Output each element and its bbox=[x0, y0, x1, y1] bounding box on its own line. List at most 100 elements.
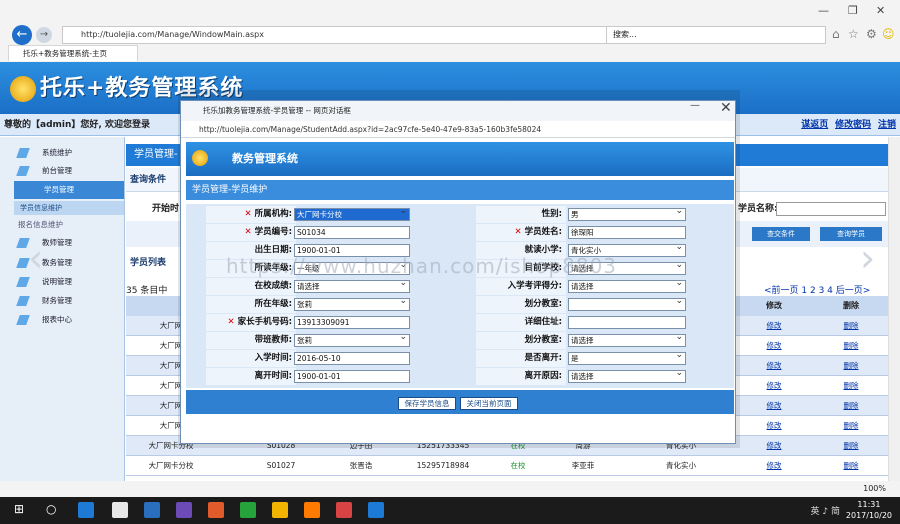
field-label-text: 划分教室: bbox=[524, 335, 562, 345]
link-home[interactable]: 谋返页 bbox=[801, 120, 828, 130]
sidebar-section-enroll[interactable]: 报名信息维护 bbox=[12, 217, 122, 233]
ie-browser-icon[interactable] bbox=[368, 502, 384, 518]
edge-browser-icon[interactable] bbox=[78, 502, 94, 518]
field-select[interactable]: 请选择 bbox=[568, 368, 686, 383]
edit-link[interactable]: 修改 bbox=[744, 396, 804, 416]
close-page-button[interactable]: 关闭当前页面 bbox=[460, 397, 518, 410]
field-label: 划分教室: bbox=[476, 296, 566, 313]
delete-link[interactable]: 删除 bbox=[816, 436, 886, 456]
field-label-text: 详细住址: bbox=[524, 317, 562, 327]
search-input[interactable]: 搜索... bbox=[606, 26, 826, 44]
cell-teacher: 李亚菲 bbox=[571, 461, 595, 470]
field-select[interactable]: 男 bbox=[568, 206, 686, 221]
student-name-label: 学员名称: bbox=[738, 204, 778, 214]
table-row[interactable]: 大厂网卡分校 S01027 张晋诰 15295718984 在校 李亚菲 青化实… bbox=[126, 456, 888, 476]
dialog-logo-icon bbox=[192, 150, 208, 166]
chrome-icon[interactable] bbox=[208, 502, 224, 518]
minimize-icon[interactable]: — bbox=[818, 4, 829, 17]
windows-start-icon[interactable]: ⊞ bbox=[14, 502, 30, 518]
delete-link[interactable]: 删除 bbox=[816, 456, 886, 476]
back-arrow-icon[interactable]: ← bbox=[12, 25, 32, 45]
previous-slide-icon[interactable]: ‹ bbox=[28, 238, 50, 282]
page-size-text: 35 条目中 bbox=[126, 286, 168, 296]
field-label: 详细住址: bbox=[476, 314, 566, 331]
system-tray[interactable]: 英 ♪ 简 bbox=[811, 504, 840, 517]
field-select[interactable] bbox=[568, 296, 686, 311]
cell-id: S01027 bbox=[266, 461, 296, 470]
field-label: 是否离开: bbox=[476, 350, 566, 367]
delete-link[interactable]: 删除 bbox=[816, 396, 886, 416]
smiley-icon[interactable]: ☺ bbox=[882, 27, 895, 41]
delete-link[interactable]: 删除 bbox=[816, 356, 886, 376]
edit-link[interactable]: 修改 bbox=[744, 436, 804, 456]
outlook-icon[interactable] bbox=[144, 502, 160, 518]
address-bar[interactable]: http://tuolejia.com/Manage/WindowMain.as… bbox=[62, 26, 612, 44]
logo-icon bbox=[10, 76, 36, 102]
dialog-section-title: 学员管理-学员维护 bbox=[186, 180, 734, 200]
field-label-text: 是否离开: bbox=[524, 353, 562, 363]
file-explorer-icon[interactable] bbox=[112, 502, 128, 518]
taskbar bbox=[0, 497, 900, 524]
field-label: 入学考评得分: bbox=[476, 278, 566, 295]
field-input[interactable] bbox=[568, 316, 686, 329]
sidebar-subitem-student-info[interactable]: 学员信息维护 bbox=[14, 201, 124, 215]
edit-link[interactable]: 修改 bbox=[744, 376, 804, 396]
field-input[interactable]: 徐琛阳 bbox=[568, 226, 686, 239]
dialog-close-icon[interactable]: ✕ bbox=[720, 100, 732, 116]
wechat-icon[interactable] bbox=[240, 502, 256, 518]
sidebar-item-system[interactable]: 系统维护 bbox=[12, 145, 122, 161]
close-window-icon[interactable]: ✕ bbox=[876, 4, 885, 17]
zoom-level[interactable]: 100% bbox=[0, 481, 900, 497]
filezilla-icon[interactable] bbox=[336, 502, 352, 518]
home-icon[interactable]: ⌂ bbox=[832, 27, 840, 41]
field-select[interactable]: 请选择 bbox=[568, 278, 686, 293]
edit-link[interactable]: 修改 bbox=[744, 316, 804, 336]
vertical-scrollbar[interactable] bbox=[888, 137, 900, 481]
delete-link[interactable]: 删除 bbox=[816, 336, 886, 356]
delete-link[interactable]: 删除 bbox=[816, 416, 886, 436]
clock[interactable]: 11:31 2017/10/20 bbox=[846, 499, 892, 521]
cell-name: 张晋诰 bbox=[349, 461, 373, 470]
delete-link[interactable]: 删除 bbox=[816, 376, 886, 396]
form-row: ✕ 学员姓名: 徐琛阳 bbox=[186, 224, 734, 241]
field-label: 离开原因: bbox=[476, 368, 566, 385]
clock-time: 11:31 bbox=[857, 500, 881, 509]
edit-link[interactable]: 修改 bbox=[744, 336, 804, 356]
sidebar-item-reports[interactable]: 报表中心 bbox=[12, 312, 122, 328]
dialog-minimize-icon[interactable]: — bbox=[690, 100, 700, 111]
form-row: 是否离开: 是 bbox=[186, 350, 734, 367]
sidebar-item-students[interactable]: 学员管理 bbox=[14, 181, 124, 199]
field-label-text: 划分教室: bbox=[524, 299, 562, 309]
firefox-icon[interactable] bbox=[304, 502, 320, 518]
sidebar-item-label: 财务管理 bbox=[42, 296, 72, 305]
visual-studio-icon[interactable] bbox=[176, 502, 192, 518]
link-logout[interactable]: 注销 bbox=[878, 120, 896, 130]
reset-query-button[interactable]: 查交条件 bbox=[752, 227, 810, 241]
restore-icon[interactable]: ❐ bbox=[848, 4, 858, 17]
delete-link[interactable]: 删除 bbox=[816, 316, 886, 336]
field-select[interactable]: 是 bbox=[568, 350, 686, 365]
save-student-button[interactable]: 保存学员信息 bbox=[398, 397, 456, 410]
folder-app-icon[interactable] bbox=[272, 502, 288, 518]
sidebar-item-finance[interactable]: 财务管理 bbox=[12, 293, 122, 309]
sidebar-item-front[interactable]: 前台管理 bbox=[12, 163, 122, 179]
next-slide-icon[interactable]: › bbox=[860, 238, 882, 282]
field-select[interactable]: 请选择 bbox=[568, 332, 686, 347]
form-row: 划分教室: 请选择 bbox=[186, 332, 734, 349]
pager[interactable]: <前一页 1 2 3 4 后一页> bbox=[764, 283, 870, 296]
link-change-password[interactable]: 修改密码 bbox=[835, 120, 871, 130]
form-row: 性别: 男 bbox=[186, 206, 734, 223]
dialog-title: 托乐加教务管理系统-学员管理 -- 网页对话框 bbox=[181, 101, 735, 121]
edit-link[interactable]: 修改 bbox=[744, 416, 804, 436]
star-icon[interactable]: ☆ bbox=[848, 27, 859, 41]
folder-icon bbox=[16, 315, 30, 325]
gear-icon[interactable]: ⚙ bbox=[866, 27, 877, 41]
form-row: 入学考评得分: 请选择 bbox=[186, 278, 734, 295]
edit-link[interactable]: 修改 bbox=[744, 356, 804, 376]
edit-link[interactable]: 修改 bbox=[744, 456, 804, 476]
sidebar-item-label: 前台管理 bbox=[42, 166, 72, 175]
search-icon[interactable]: ○ bbox=[46, 502, 62, 518]
student-name-input[interactable] bbox=[776, 202, 886, 216]
forward-arrow-icon[interactable]: → bbox=[36, 27, 52, 43]
browser-tab[interactable]: 托乐+教务管理系统-主页 bbox=[8, 45, 138, 61]
